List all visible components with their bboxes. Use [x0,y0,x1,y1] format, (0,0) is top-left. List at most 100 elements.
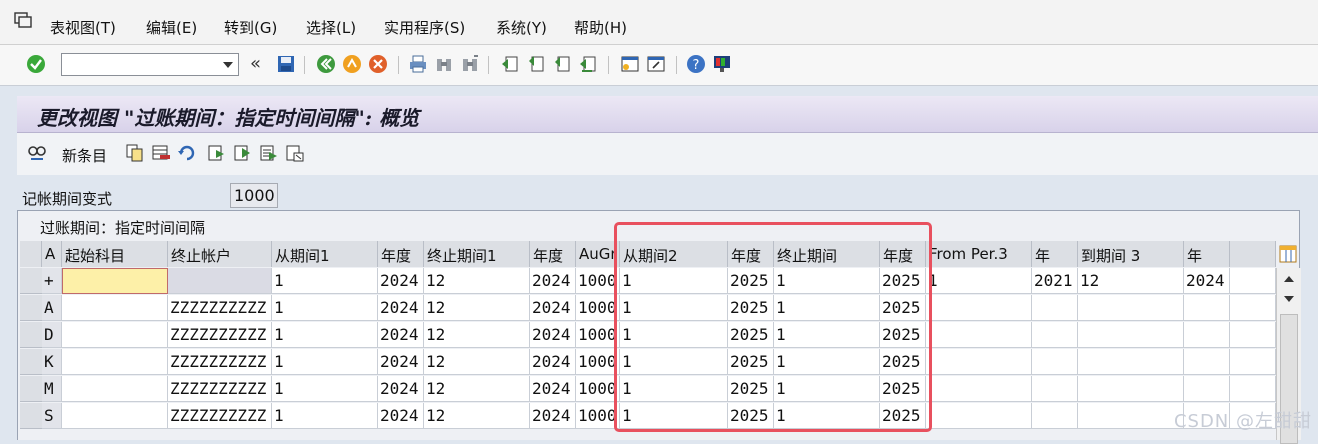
system-menu-icon[interactable] [14,12,32,28]
create-session-icon[interactable] [620,54,640,74]
scroll-up-icon[interactable] [1283,274,1295,284]
customize-layout-icon[interactable] [712,54,732,74]
cell-to-account[interactable]: ZZZZZZZZZZ [168,349,272,375]
cell-from-period-1[interactable]: 1 [272,376,378,402]
back-icon[interactable] [316,54,336,74]
cell-year-1-to[interactable]: 2024 [530,322,576,348]
scroll-down-icon[interactable] [1283,294,1295,304]
column-header-from-account[interactable]: 起始科目 [62,241,168,267]
table-settings-icon[interactable] [1278,244,1298,264]
cell-to-account[interactable]: ZZZZZZZZZZ [168,295,272,321]
row-selector[interactable] [20,295,42,321]
column-header-year-1[interactable]: 年度 [378,241,424,267]
column-header-year-3[interactable]: 年 [1032,241,1078,267]
menu-goto[interactable]: 转到(G) [224,17,277,38]
cell-type[interactable]: S [42,403,62,429]
cell-from-period-3[interactable] [926,403,1032,429]
help-icon[interactable]: ? [686,54,706,74]
cell-to-account[interactable]: ZZZZZZZZZZ [168,376,272,402]
first-page-icon[interactable] [500,54,520,74]
cell-year-3-to[interactable]: 2024 [1184,268,1230,294]
undo-change-icon[interactable] [177,143,197,163]
cell-from-period-1[interactable]: 1 [272,403,378,429]
row-selector[interactable] [20,403,42,429]
cell-to-period-3[interactable]: 12 [1078,268,1184,294]
row-selector[interactable] [20,349,42,375]
cell-year-1[interactable]: 2024 [378,376,424,402]
cell-year-3-to[interactable] [1184,295,1230,321]
cell-type[interactable]: + [42,268,62,294]
cell-from-account[interactable] [62,268,168,294]
cell-to-period-1[interactable]: 12 [424,376,530,402]
cell-to-account[interactable] [168,268,272,294]
row-selector[interactable] [20,322,42,348]
cell-year-3-to[interactable] [1184,349,1230,375]
cell-filler[interactable] [1230,268,1276,294]
cell-year-3-to[interactable] [1184,376,1230,402]
cell-to-period-3[interactable] [1078,403,1184,429]
cell-from-period-3[interactable] [926,322,1032,348]
new-entries-button[interactable]: 新条目 [62,145,107,166]
cell-from-account[interactable] [62,295,168,321]
delete-icon[interactable] [151,143,171,163]
menu-system[interactable]: 系统(Y) [496,17,547,38]
row-selector[interactable] [20,376,42,402]
cell-year-1-to[interactable]: 2024 [530,295,576,321]
enter-check-icon[interactable] [26,54,46,74]
cell-type[interactable]: A [42,295,62,321]
cell-year-1-to[interactable]: 2024 [530,349,576,375]
command-field[interactable] [61,53,239,76]
menu-help[interactable]: 帮助(H) [574,17,627,38]
previous-page-icon[interactable] [526,54,546,74]
cell-filler[interactable] [1230,376,1276,402]
display-change-glasses-icon[interactable] [27,143,47,163]
column-header-from-period-3[interactable]: From Per.3 [926,241,1032,267]
cell-to-period-1[interactable]: 12 [424,322,530,348]
collapse-chevron-icon[interactable]: « [250,53,261,74]
cell-year-3[interactable] [1032,322,1078,348]
previous-entry-icon[interactable] [207,143,227,163]
cell-from-period-3[interactable] [926,376,1032,402]
column-header-from-period-1[interactable]: 从期间1 [272,241,378,267]
cell-to-account[interactable]: ZZZZZZZZZZ [168,403,272,429]
cell-year-3[interactable] [1032,295,1078,321]
find-next-icon[interactable] [460,54,480,74]
exit-icon[interactable] [342,54,362,74]
save-icon[interactable] [276,54,296,74]
column-header-type[interactable]: A [42,241,62,267]
cell-to-period-1[interactable]: 12 [424,403,530,429]
column-header-year-3-to[interactable]: 年 [1184,241,1230,267]
select-all-rows-handle[interactable] [20,241,42,267]
cell-year-1-to[interactable]: 2024 [530,268,576,294]
cell-from-account[interactable] [62,349,168,375]
cell-filler[interactable] [1230,295,1276,321]
cell-type[interactable]: M [42,376,62,402]
cell-filler[interactable] [1230,322,1276,348]
cell-to-period-3[interactable] [1078,349,1184,375]
cell-year-1-to[interactable]: 2024 [530,376,576,402]
print-icon[interactable] [408,54,428,74]
column-header-to-period-1[interactable]: 终止期间1 [424,241,530,267]
cell-type[interactable]: D [42,322,62,348]
column-header-to-account[interactable]: 终止帐户 [168,241,272,267]
cell-to-period-3[interactable] [1078,295,1184,321]
cell-from-period-1[interactable]: 1 [272,295,378,321]
cell-from-period-3[interactable] [926,295,1032,321]
cell-filler[interactable] [1230,349,1276,375]
last-page-icon[interactable] [578,54,598,74]
next-page-icon[interactable] [552,54,572,74]
cell-year-1[interactable]: 2024 [378,295,424,321]
menu-edit[interactable]: 编辑(E) [146,17,197,38]
cell-from-period-1[interactable]: 1 [272,268,378,294]
find-icon[interactable] [434,54,454,74]
cell-to-period-1[interactable]: 12 [424,295,530,321]
copy-as-icon[interactable] [125,143,145,163]
cell-to-period-1[interactable]: 12 [424,349,530,375]
cell-year-3[interactable] [1032,349,1078,375]
cell-from-period-1[interactable]: 1 [272,322,378,348]
cell-from-account[interactable] [62,322,168,348]
cell-from-account[interactable] [62,403,168,429]
cell-year-1[interactable]: 2024 [378,349,424,375]
cell-from-period-1[interactable]: 1 [272,349,378,375]
column-header-to-period-3[interactable]: 到期间 3 [1078,241,1184,267]
